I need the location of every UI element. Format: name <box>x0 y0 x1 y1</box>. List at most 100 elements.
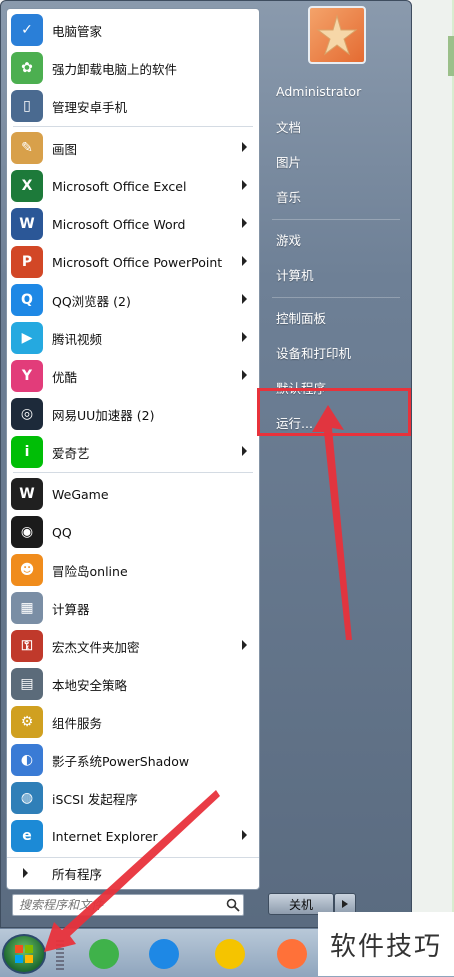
word-icon: W <box>11 208 43 240</box>
uu-accelerator-icon: ◎ <box>11 398 43 430</box>
right-link[interactable]: 计算机 <box>262 259 408 289</box>
qq-music-glyph <box>215 939 245 969</box>
right-link[interactable]: 游戏 <box>262 224 408 254</box>
program-item[interactable]: ◍ iSCSI 发起程序 <box>7 779 259 817</box>
program-item[interactable]: ▦ 计算器 <box>7 589 259 627</box>
program-item[interactable]: Q QQ浏览器 (2) <box>7 281 259 319</box>
program-item[interactable]: i 爱奇艺 <box>7 433 259 471</box>
wegame-icon: W <box>11 478 43 510</box>
program-item[interactable]: ✓ 电脑管家 <box>7 11 259 49</box>
program-item[interactable]: W WeGame <box>7 475 259 513</box>
search-icon[interactable] <box>223 895 243 915</box>
program-item[interactable]: ▤ 本地安全策略 <box>7 665 259 703</box>
submenu-arrow-icon <box>242 370 247 380</box>
programs-pane: 所有程序 ✓ 电脑管家 ✿ 强力卸载电脑上的软件 ▯ 管理安卓手机 ✎ 画图 X Microsof… <box>6 8 260 890</box>
right-link[interactable]: 设备和打印机 <box>262 337 408 367</box>
program-item[interactable]: P Microsoft Office PowerPoint <box>7 243 259 281</box>
program-label: 计算器 <box>52 601 90 617</box>
program-item[interactable]: ✿ 强力卸载电脑上的软件 <box>7 49 259 87</box>
program-label: 强力卸载电脑上的软件 <box>52 61 178 77</box>
program-item[interactable]: ⚿ 宏杰文件夹加密 <box>7 627 259 665</box>
program-item[interactable]: ▯ 管理安卓手机 <box>7 87 259 125</box>
search-box[interactable] <box>12 894 244 916</box>
iscsi-globe-icon: ◍ <box>11 782 43 814</box>
internet-explorer-icon: e <box>11 820 43 852</box>
qq-browser-icon[interactable] <box>140 934 188 974</box>
chevron-right-icon <box>342 900 348 908</box>
triangle-right-icon <box>23 868 28 878</box>
right-link[interactable]: 控制面板 <box>262 302 408 332</box>
program-label: 画图 <box>52 141 78 157</box>
right-separator <box>272 219 400 220</box>
program-label: WeGame <box>52 486 109 502</box>
component-services-icon: ⚙ <box>11 706 43 738</box>
shutdown-label: 关机 <box>288 897 313 912</box>
program-item[interactable]: ⚙ 组件服务 <box>7 703 259 741</box>
program-label: 冒险岛online <box>52 563 128 579</box>
right-link[interactable]: 音乐 <box>262 181 408 211</box>
powerpoint-icon: P <box>11 246 43 278</box>
user-name-link[interactable]: Administrator <box>262 76 408 106</box>
submenu-arrow-icon <box>242 294 247 304</box>
palette-icon: ✎ <box>11 132 43 164</box>
program-item[interactable]: X Microsoft Office Excel <box>7 167 259 205</box>
right-separator <box>272 297 400 298</box>
program-item[interactable]: Y 优酷 <box>7 357 259 395</box>
security-policy-icon: ▤ <box>11 668 43 700</box>
program-label: QQ <box>52 524 72 540</box>
clover-icon: ✿ <box>11 52 43 84</box>
qq-penguin-icon: ◉ <box>11 516 43 548</box>
program-label: 爱奇艺 <box>52 445 90 461</box>
submenu-arrow-icon <box>242 640 247 650</box>
taskbar-grip[interactable] <box>56 940 64 970</box>
shield-icon: ✓ <box>11 14 43 46</box>
program-label: QQ浏览器 (2) <box>52 293 131 309</box>
starfish-icon <box>316 14 358 56</box>
youku-icon: Y <box>11 360 43 392</box>
maplestory-icon: ☻ <box>11 554 43 586</box>
program-label: 组件服务 <box>52 715 103 731</box>
run-highlight-box <box>257 388 411 436</box>
program-label: 优酷 <box>52 369 78 385</box>
program-item[interactable]: ◎ 网易UU加速器 (2) <box>7 395 259 433</box>
right-link[interactable]: 文档 <box>262 111 408 141</box>
submenu-arrow-icon <box>242 830 247 840</box>
submenu-arrow-icon <box>242 218 247 228</box>
watermark: 软件技巧 <box>318 912 454 976</box>
right-link[interactable]: 图片 <box>262 146 408 176</box>
search-input[interactable] <box>13 897 223 913</box>
phone-icon: ▯ <box>11 90 43 122</box>
program-item[interactable]: W Microsoft Office Word <box>7 205 259 243</box>
tencent-video-icon: ▶ <box>11 322 43 354</box>
start-button[interactable] <box>2 934 46 974</box>
program-label: 电脑管家 <box>52 23 103 39</box>
all-programs-label: 所有程序 <box>52 866 103 882</box>
submenu-arrow-icon <box>242 142 247 152</box>
all-programs-button[interactable]: 所有程序 <box>7 857 259 888</box>
program-label: 本地安全策略 <box>52 677 128 693</box>
wechat-icon[interactable] <box>80 934 128 974</box>
program-item[interactable]: ✎ 画图 <box>7 129 259 167</box>
wechat-glyph <box>89 939 119 969</box>
program-item[interactable]: ◉ QQ <box>7 513 259 551</box>
program-label: Microsoft Office Excel <box>52 178 187 194</box>
submenu-arrow-icon <box>242 180 247 190</box>
program-label: 网易UU加速器 (2) <box>52 407 155 423</box>
program-item[interactable]: ◐ 影子系统PowerShadow <box>7 741 259 779</box>
submenu-arrow-icon <box>242 332 247 342</box>
iqiyi-icon: i <box>11 436 43 468</box>
submenu-arrow-icon <box>242 446 247 456</box>
firefox-icon[interactable] <box>268 934 316 974</box>
program-item[interactable]: e Internet Explorer <box>7 817 259 855</box>
windows-logo-icon <box>15 945 33 963</box>
qq-music-icon[interactable] <box>206 934 254 974</box>
powershadow-icon: ◐ <box>11 744 43 776</box>
separator <box>13 472 253 473</box>
program-label: 影子系统PowerShadow <box>52 753 190 769</box>
qq-browser-icon: Q <box>11 284 43 316</box>
program-item[interactable]: ▶ 腾讯视频 <box>7 319 259 357</box>
lock-icon: ⚿ <box>11 630 43 662</box>
desktop-background <box>412 0 452 976</box>
user-avatar[interactable] <box>308 6 366 64</box>
program-item[interactable]: ☻ 冒险岛online <box>7 551 259 589</box>
